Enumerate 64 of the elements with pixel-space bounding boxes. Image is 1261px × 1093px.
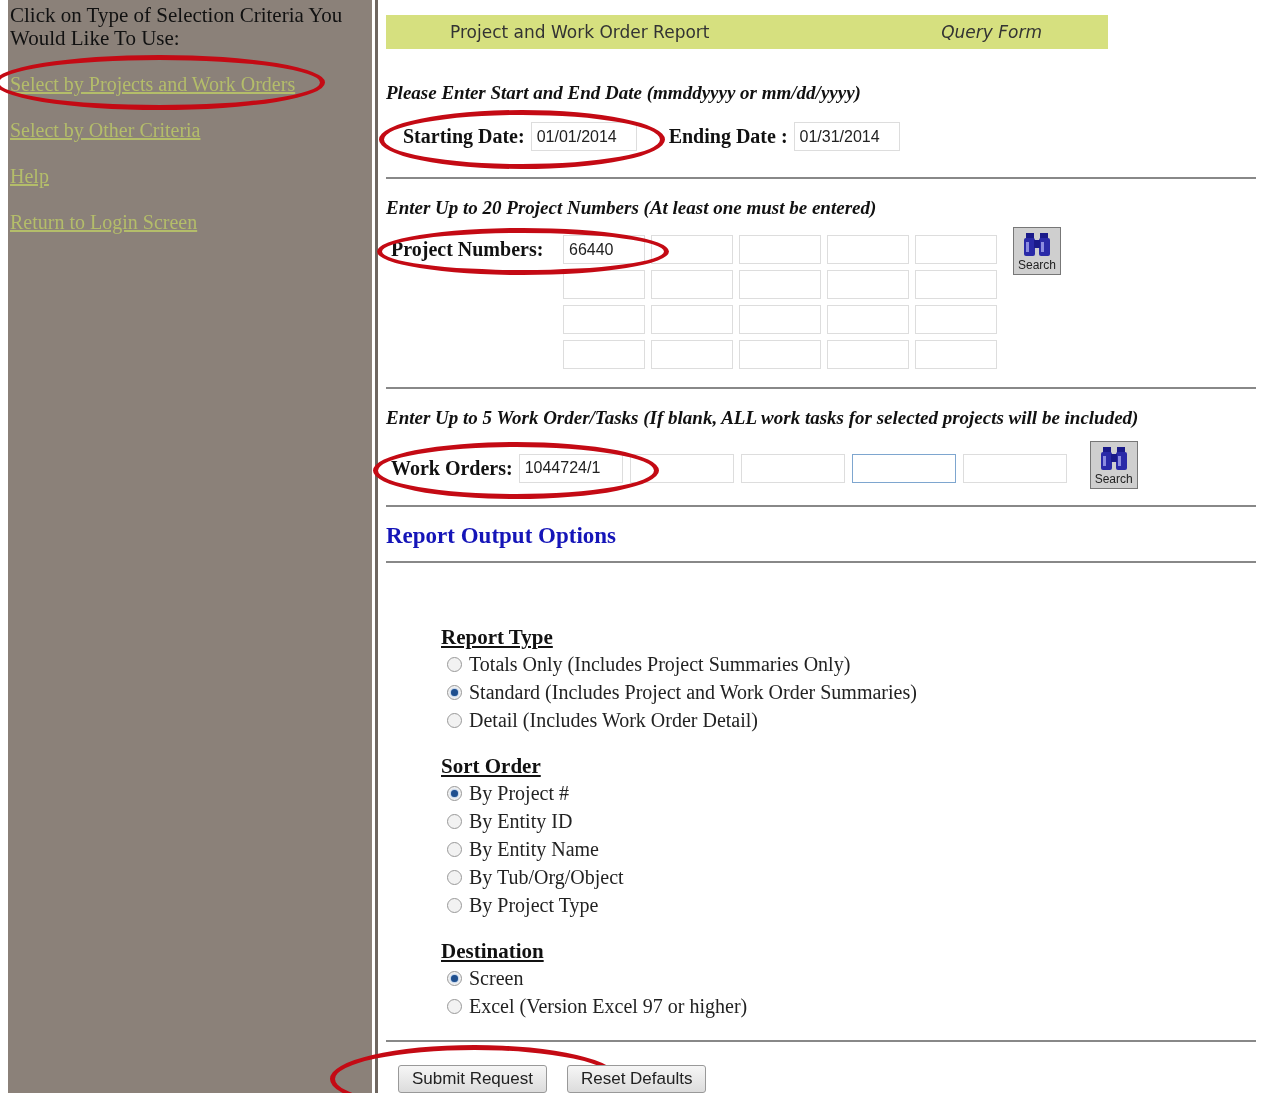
- radio-option[interactable]: Screen: [447, 964, 1256, 992]
- end-date-field[interactable]: 01/31/2014: [793, 122, 900, 151]
- form-button[interactable]: Reset Defaults: [566, 1065, 707, 1093]
- project-number-field[interactable]: [651, 270, 733, 299]
- radio-button[interactable]: [447, 813, 462, 829]
- search-button[interactable]: Search: [1089, 441, 1138, 489]
- project-number-field[interactable]: [651, 340, 733, 369]
- project-number-field[interactable]: [739, 340, 821, 369]
- project-number-field[interactable]: [563, 305, 645, 334]
- radio-option[interactable]: By Entity Name: [447, 835, 1256, 863]
- radio-option[interactable]: By Tub/Org/Object: [447, 863, 1256, 891]
- report-title: Project and Work Order Report: [450, 22, 710, 42]
- section-title: Report Output Options: [386, 523, 618, 549]
- radio-button[interactable]: [447, 869, 462, 885]
- work-order-prompt: Enter Up to 5 Work Order/Tasks (If blank, ALL work tasks for selected projects will be included): [386, 407, 1140, 429]
- report-subtitle: Query Form: [941, 22, 1042, 42]
- radio-option[interactable]: By Project Type: [447, 891, 1256, 919]
- work-orders-label: Work Orders:: [391, 456, 513, 480]
- radio-option[interactable]: Totals Only (Includes Project Summaries Only): [447, 650, 1256, 678]
- project-number-field[interactable]: [915, 305, 997, 334]
- radio-option[interactable]: Standard (Includes Project and Work Order Summaries): [447, 678, 1256, 706]
- project-number-field[interactable]: [651, 305, 733, 334]
- project-number-field[interactable]: [915, 340, 997, 369]
- project-number-field[interactable]: [739, 305, 821, 334]
- radio-option[interactable]: Excel (Version Excel 97 or higher): [447, 992, 1256, 1020]
- radio-option[interactable]: By Project #: [447, 779, 1256, 807]
- project-number-field[interactable]: [739, 235, 821, 264]
- group-title: Sort Order: [441, 754, 542, 779]
- project-number-field[interactable]: [827, 235, 909, 264]
- project-number-field[interactable]: [827, 340, 909, 369]
- project-number-field[interactable]: [651, 235, 733, 264]
- sidebar-intro: Click on Type of Selection Criteria You Would Like To Use:: [9, 4, 344, 50]
- search-button[interactable]: Search: [1013, 227, 1061, 275]
- radio-button[interactable]: [447, 785, 462, 801]
- radio-button[interactable]: [447, 998, 462, 1014]
- radio-button[interactable]: [447, 897, 462, 913]
- project-number-field[interactable]: [563, 270, 645, 299]
- radio-option[interactable]: By Entity ID: [447, 807, 1256, 835]
- radio-button[interactable]: [447, 656, 462, 672]
- end-date-label: Ending Date :: [668, 125, 788, 148]
- project-number-field[interactable]: [563, 340, 645, 369]
- radio-button[interactable]: [447, 970, 462, 986]
- start-date-field[interactable]: 01/01/2014: [530, 122, 637, 151]
- project-number-field[interactable]: 66440: [563, 235, 645, 264]
- project-prompt: Enter Up to 20 Project Numbers (At least one must be entered): [386, 197, 878, 219]
- start-date-label: Starting Date:: [403, 125, 525, 148]
- radio-button[interactable]: [447, 684, 462, 700]
- date-prompt: Please Enter Start and End Date (mmddyyyy or mm/dd/yyyy): [386, 82, 862, 104]
- work-order-field[interactable]: [851, 453, 956, 483]
- project-numbers-label: Project Numbers:: [391, 238, 545, 261]
- project-number-field[interactable]: [915, 270, 997, 299]
- group-title: Destination: [441, 939, 545, 964]
- radio-option[interactable]: Detail (Includes Work Order Detail): [447, 706, 1256, 734]
- radio-button[interactable]: [447, 712, 462, 728]
- form-button[interactable]: Submit Request: [398, 1065, 547, 1093]
- project-number-field[interactable]: [827, 270, 909, 299]
- project-number-field[interactable]: [915, 235, 997, 264]
- binoculars-icon: [1098, 444, 1129, 472]
- radio-button[interactable]: [447, 841, 462, 857]
- project-number-field[interactable]: [827, 305, 909, 334]
- group-title: Report Type: [441, 625, 554, 650]
- project-number-field[interactable]: [739, 270, 821, 299]
- work-order-field[interactable]: 1044724/1: [518, 453, 623, 483]
- binoculars-icon: [1022, 230, 1052, 258]
